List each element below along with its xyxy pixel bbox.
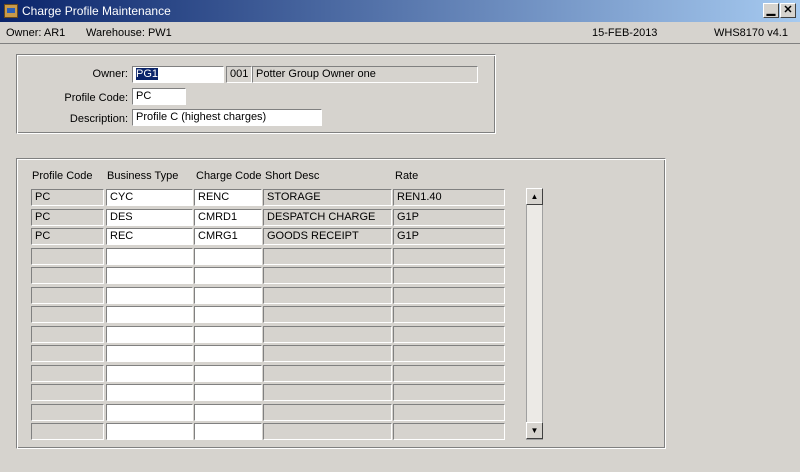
cell-charge-code[interactable]: [194, 306, 262, 323]
cell-short-desc[interactable]: [263, 287, 392, 304]
cell-short-desc[interactable]: [263, 384, 392, 401]
header-business-type: Business Type: [107, 170, 179, 182]
cell-charge-code[interactable]: [194, 423, 262, 440]
status-bar: Owner: AR1 Warehouse: PW1 15-FEB-2013 WH…: [0, 22, 800, 44]
cell-profile-code[interactable]: [31, 306, 104, 323]
cell-charge-code[interactable]: [194, 267, 262, 284]
status-owner: Owner: AR1: [6, 27, 66, 39]
cell-short-desc[interactable]: [263, 326, 392, 343]
cell-rate[interactable]: [393, 384, 505, 401]
cell-profile-code[interactable]: [31, 365, 104, 382]
cell-short-desc[interactable]: [263, 267, 392, 284]
owner-input-value: PG1: [136, 68, 159, 80]
cell-business-type[interactable]: [106, 287, 193, 304]
cell-profile-code[interactable]: [31, 423, 104, 440]
cell-short-desc[interactable]: [263, 248, 392, 265]
cell-business-type[interactable]: [106, 404, 193, 421]
cell-business-type[interactable]: [106, 326, 193, 343]
close-button[interactable]: ✕: [780, 3, 796, 18]
cell-rate[interactable]: [393, 365, 505, 382]
cell-profile-code[interactable]: PC: [31, 189, 104, 206]
status-warehouse: Warehouse: PW1: [86, 27, 172, 39]
cell-rate[interactable]: G1P: [393, 209, 505, 226]
cell-profile-code[interactable]: [31, 267, 104, 284]
profile-code-input[interactable]: PC: [132, 88, 186, 105]
cell-business-type[interactable]: [106, 267, 193, 284]
status-date: 15-FEB-2013: [592, 27, 658, 39]
cell-rate[interactable]: G1P: [393, 228, 505, 245]
cell-business-type[interactable]: CYC: [106, 189, 193, 206]
cell-business-type[interactable]: [106, 365, 193, 382]
cell-profile-code[interactable]: [31, 384, 104, 401]
header-charge-code: Charge Code: [196, 170, 262, 182]
cell-short-desc[interactable]: DESPATCH CHARGE: [263, 209, 392, 226]
cell-charge-code[interactable]: [194, 404, 262, 421]
grid-scrollbar[interactable]: [526, 188, 543, 440]
cell-rate[interactable]: [393, 306, 505, 323]
cell-short-desc[interactable]: [263, 404, 392, 421]
owner-input[interactable]: PG1: [132, 66, 224, 83]
cell-short-desc[interactable]: [263, 306, 392, 323]
cell-profile-code[interactable]: PC: [31, 209, 104, 226]
cell-charge-code[interactable]: CMRD1: [194, 209, 262, 226]
cell-short-desc[interactable]: [263, 365, 392, 382]
cell-business-type[interactable]: [106, 384, 193, 401]
cell-business-type[interactable]: REC: [106, 228, 193, 245]
title-bar: Charge Profile Maintenance ▁ ✕: [0, 0, 800, 22]
cell-profile-code[interactable]: [31, 287, 104, 304]
cell-charge-code[interactable]: [194, 326, 262, 343]
app-icon: [4, 4, 18, 18]
description-label: Description:: [69, 113, 128, 125]
cell-business-type[interactable]: [106, 248, 193, 265]
cell-rate[interactable]: REN1.40: [393, 189, 505, 206]
cell-short-desc[interactable]: GOODS RECEIPT: [263, 228, 392, 245]
cell-profile-code[interactable]: [31, 345, 104, 362]
window-title: Charge Profile Maintenance: [22, 4, 171, 18]
scroll-up-icon[interactable]: ▲: [526, 188, 543, 205]
cell-rate[interactable]: [393, 267, 505, 284]
description-input[interactable]: Profile C (highest charges): [132, 109, 322, 126]
cell-profile-code[interactable]: PC: [31, 228, 104, 245]
cell-charge-code[interactable]: CMRG1: [194, 228, 262, 245]
cell-short-desc[interactable]: [263, 345, 392, 362]
owner-code-field: 001: [226, 66, 252, 83]
cell-rate[interactable]: [393, 423, 505, 440]
cell-charge-code[interactable]: [194, 365, 262, 382]
owner-name-field: Potter Group Owner one: [252, 66, 478, 83]
cell-short-desc[interactable]: [263, 423, 392, 440]
cell-charge-code[interactable]: [194, 287, 262, 304]
cell-rate[interactable]: [393, 326, 505, 343]
cell-business-type[interactable]: DES: [106, 209, 193, 226]
status-version: WHS8170 v4.1: [714, 27, 788, 39]
cell-charge-code[interactable]: [194, 248, 262, 265]
header-short-desc: Short Desc: [265, 170, 320, 182]
profile-code-label: Profile Code:: [64, 92, 128, 104]
cell-rate[interactable]: [393, 287, 505, 304]
header-rate: Rate: [395, 170, 419, 182]
cell-business-type[interactable]: [106, 345, 193, 362]
scroll-down-icon[interactable]: ▼: [526, 422, 543, 439]
cell-charge-code[interactable]: [194, 345, 262, 362]
cell-rate[interactable]: [393, 345, 505, 362]
cell-rate[interactable]: [393, 248, 505, 265]
cell-profile-code[interactable]: [31, 248, 104, 265]
minimize-button[interactable]: ▁: [763, 3, 779, 18]
cell-short-desc[interactable]: STORAGE: [263, 189, 392, 206]
header-profile-code: Profile Code: [32, 170, 93, 182]
cell-business-type[interactable]: [106, 306, 193, 323]
cell-business-type[interactable]: [106, 423, 193, 440]
cell-profile-code[interactable]: [31, 326, 104, 343]
cell-rate[interactable]: [393, 404, 505, 421]
cell-profile-code[interactable]: [31, 404, 104, 421]
owner-label: Owner:: [92, 68, 128, 80]
cell-charge-code[interactable]: RENC: [194, 189, 262, 206]
cell-charge-code[interactable]: [194, 384, 262, 401]
